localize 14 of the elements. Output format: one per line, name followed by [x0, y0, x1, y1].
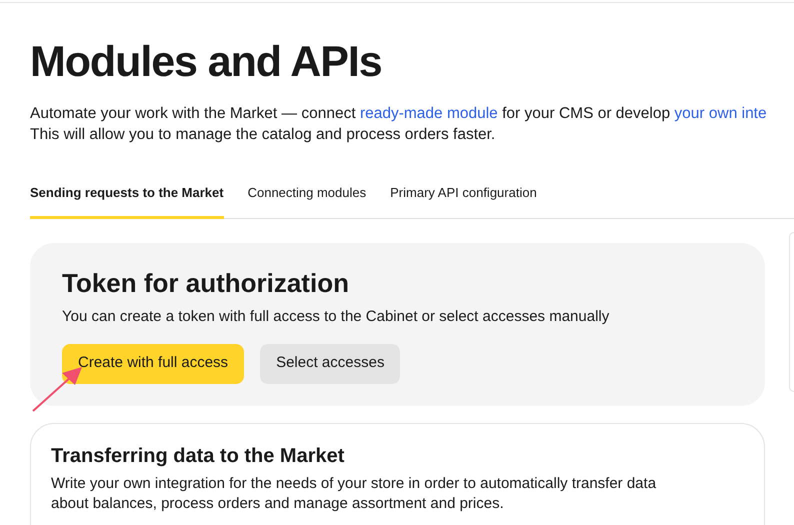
text-link[interactable]: ready-made module [360, 105, 498, 122]
text-link[interactable]: your own inte [674, 105, 767, 122]
card-text: You can create a token with full access to the Cabinet or select accesses manually [62, 306, 610, 326]
card-text: Write your own integration for the needs of your store in order to automatically transfer data about balances, process orders and manage assortment and prices. [51, 474, 658, 514]
create-button[interactable]: Create with full access [62, 344, 244, 384]
card-title: Transferring data to the Market [51, 444, 346, 468]
tab[interactable]: Primary API configuration [390, 183, 537, 218]
card-title: Token for authorization [62, 266, 350, 298]
tab[interactable]: Sending requests to the Market [30, 183, 224, 218]
page-description: Automate your work with the Market — connect ready-made module for your CMS or develop your own inte This will allow you to manage the catalog and process orders faster. [30, 104, 768, 145]
annotation-arrow [32, 367, 82, 412]
page-title: Modules and APIs [30, 37, 383, 88]
tab[interactable]: Connecting modules [248, 183, 366, 218]
select-button[interactable]: Select accesses [260, 344, 400, 384]
